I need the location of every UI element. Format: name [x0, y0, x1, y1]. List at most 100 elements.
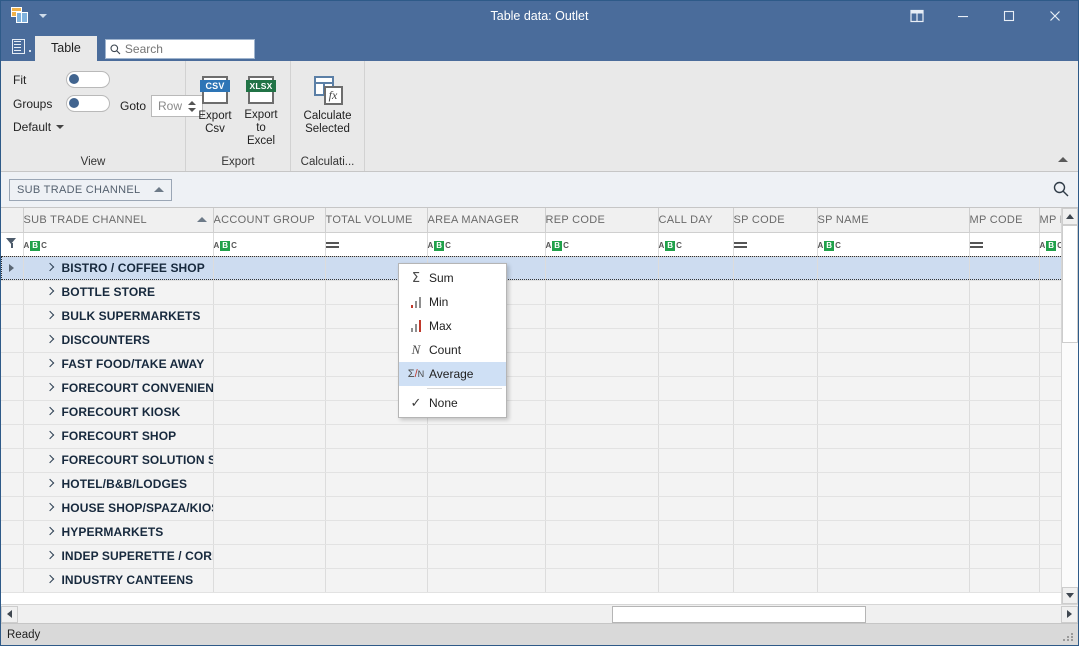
groups-toggle[interactable] — [66, 95, 110, 112]
group-row-cell[interactable]: INDUSTRY CANTEENS — [23, 568, 213, 592]
expand-group-icon[interactable] — [46, 479, 54, 489]
expand-group-icon[interactable] — [46, 287, 54, 297]
menu-item-max[interactable]: Max — [399, 314, 506, 338]
grid-cell[interactable] — [545, 520, 658, 544]
grid-cell[interactable] — [1039, 352, 1063, 376]
maximize-button[interactable] — [986, 1, 1032, 31]
grid-cell[interactable] — [213, 520, 325, 544]
expand-group-icon[interactable] — [46, 359, 54, 369]
group-row-cell[interactable]: FORECOURT CONVENIENCE SHOP — [23, 376, 213, 400]
panel-search-icon[interactable] — [1052, 180, 1070, 198]
grid-cell[interactable] — [733, 352, 817, 376]
vertical-scroll-thumb[interactable] — [1062, 225, 1078, 343]
group-row-cell[interactable]: FORECOURT KIOSK — [23, 400, 213, 424]
grid-cell[interactable] — [658, 304, 733, 328]
scroll-up-button[interactable] — [1062, 208, 1078, 225]
horizontal-scroll-track[interactable] — [18, 606, 1061, 623]
expand-group-icon[interactable] — [46, 311, 54, 321]
grid-cell[interactable] — [427, 424, 545, 448]
vertical-scroll-track[interactable] — [1062, 225, 1078, 587]
grid-cell[interactable] — [733, 424, 817, 448]
grid-cell[interactable] — [1039, 304, 1063, 328]
grid-cell[interactable] — [545, 376, 658, 400]
grid-cell[interactable] — [658, 352, 733, 376]
grid-cell[interactable] — [545, 256, 658, 280]
grid-cell[interactable] — [658, 328, 733, 352]
grid-cell[interactable] — [969, 544, 1039, 568]
menu-item-sum[interactable]: ΣSum — [399, 266, 506, 290]
filter-cell-mp-name[interactable]: ABC — [1039, 232, 1063, 256]
grid-cell[interactable] — [658, 544, 733, 568]
grid-cell[interactable] — [817, 520, 969, 544]
quick-access-toolbar-button[interactable] — [1, 31, 35, 61]
grid-cell[interactable] — [969, 472, 1039, 496]
grid-cell[interactable] — [817, 568, 969, 592]
expand-group-icon[interactable] — [46, 575, 54, 585]
scroll-right-button[interactable] — [1061, 606, 1078, 623]
table-row[interactable]: INDEP SUPERETTE / CORNER CAFE — [1, 544, 1063, 568]
export-excel-button[interactable]: XLSX Export to Excel — [240, 67, 282, 149]
grid-cell[interactable] — [658, 424, 733, 448]
expand-group-icon[interactable] — [46, 407, 54, 417]
table-row[interactable]: BOTTLE STORE — [1, 280, 1063, 304]
group-row-cell[interactable]: DISCOUNTERS — [23, 328, 213, 352]
grid-cell[interactable] — [733, 328, 817, 352]
grid-cell[interactable] — [969, 448, 1039, 472]
grid-cell[interactable] — [427, 520, 545, 544]
grid-cell[interactable] — [1039, 448, 1063, 472]
grid-cell[interactable] — [213, 568, 325, 592]
grid-cell[interactable] — [817, 376, 969, 400]
export-csv-button[interactable]: CSV Export Csv — [194, 67, 236, 149]
grid-cell[interactable] — [325, 472, 427, 496]
grid-cell[interactable] — [213, 328, 325, 352]
grid-cell[interactable] — [325, 496, 427, 520]
grid-cell[interactable] — [658, 376, 733, 400]
grid-cell[interactable] — [817, 496, 969, 520]
grid-cell[interactable] — [545, 352, 658, 376]
grid-cell[interactable] — [658, 496, 733, 520]
grid-cell[interactable] — [969, 280, 1039, 304]
grid-cell[interactable] — [1039, 472, 1063, 496]
grid-cell[interactable] — [325, 568, 427, 592]
grid-cell[interactable] — [969, 424, 1039, 448]
grid-cell[interactable] — [817, 448, 969, 472]
expand-group-icon[interactable] — [46, 263, 54, 273]
grid-cell[interactable] — [969, 376, 1039, 400]
grid-cell[interactable] — [733, 544, 817, 568]
column-header-account-group[interactable]: ACCOUNT GROUP — [213, 208, 325, 232]
grid-cell[interactable] — [213, 304, 325, 328]
grid-cell[interactable] — [545, 496, 658, 520]
grid-cell[interactable] — [545, 424, 658, 448]
grid-cell[interactable] — [1039, 496, 1063, 520]
group-row-cell[interactable]: BISTRO / COFFEE SHOP — [23, 256, 213, 280]
grid-cell[interactable] — [733, 568, 817, 592]
group-row-cell[interactable]: FORECOURT SHOP — [23, 424, 213, 448]
grid-cell[interactable] — [545, 280, 658, 304]
menu-item-min[interactable]: Min — [399, 290, 506, 314]
calculate-selected-button[interactable]: fx Calculate Selected — [303, 67, 353, 149]
grid-cell[interactable] — [427, 496, 545, 520]
grid-cell[interactable] — [213, 352, 325, 376]
table-row[interactable]: FORECOURT SHOP — [1, 424, 1063, 448]
column-header-sp-code[interactable]: SP CODE — [733, 208, 817, 232]
horizontal-scrollbar[interactable] — [1, 604, 1078, 623]
vertical-scrollbar[interactable] — [1061, 208, 1078, 604]
group-row-cell[interactable]: HOUSE SHOP/SPAZA/KIOSK — [23, 496, 213, 520]
table-row[interactable]: FAST FOOD/TAKE AWAY — [1, 352, 1063, 376]
grid-cell[interactable] — [545, 328, 658, 352]
grid-cell[interactable] — [969, 352, 1039, 376]
grid-cell[interactable] — [658, 448, 733, 472]
column-header-mp-name[interactable]: MP NAME — [1039, 208, 1063, 232]
column-header-sp-name[interactable]: SP NAME — [817, 208, 969, 232]
column-header-call-day[interactable]: CALL DAY — [658, 208, 733, 232]
table-row[interactable]: HYPERMARKETS — [1, 520, 1063, 544]
fit-toggle[interactable] — [66, 71, 110, 88]
grid-cell[interactable] — [1039, 328, 1063, 352]
grid-cell[interactable] — [658, 568, 733, 592]
grid-cell[interactable] — [213, 472, 325, 496]
grid-cell[interactable] — [213, 448, 325, 472]
column-header-mp-code[interactable]: MP CODE — [969, 208, 1039, 232]
grid-cell[interactable] — [733, 496, 817, 520]
resize-grip-icon[interactable] — [1063, 631, 1075, 643]
grid-cell[interactable] — [817, 544, 969, 568]
